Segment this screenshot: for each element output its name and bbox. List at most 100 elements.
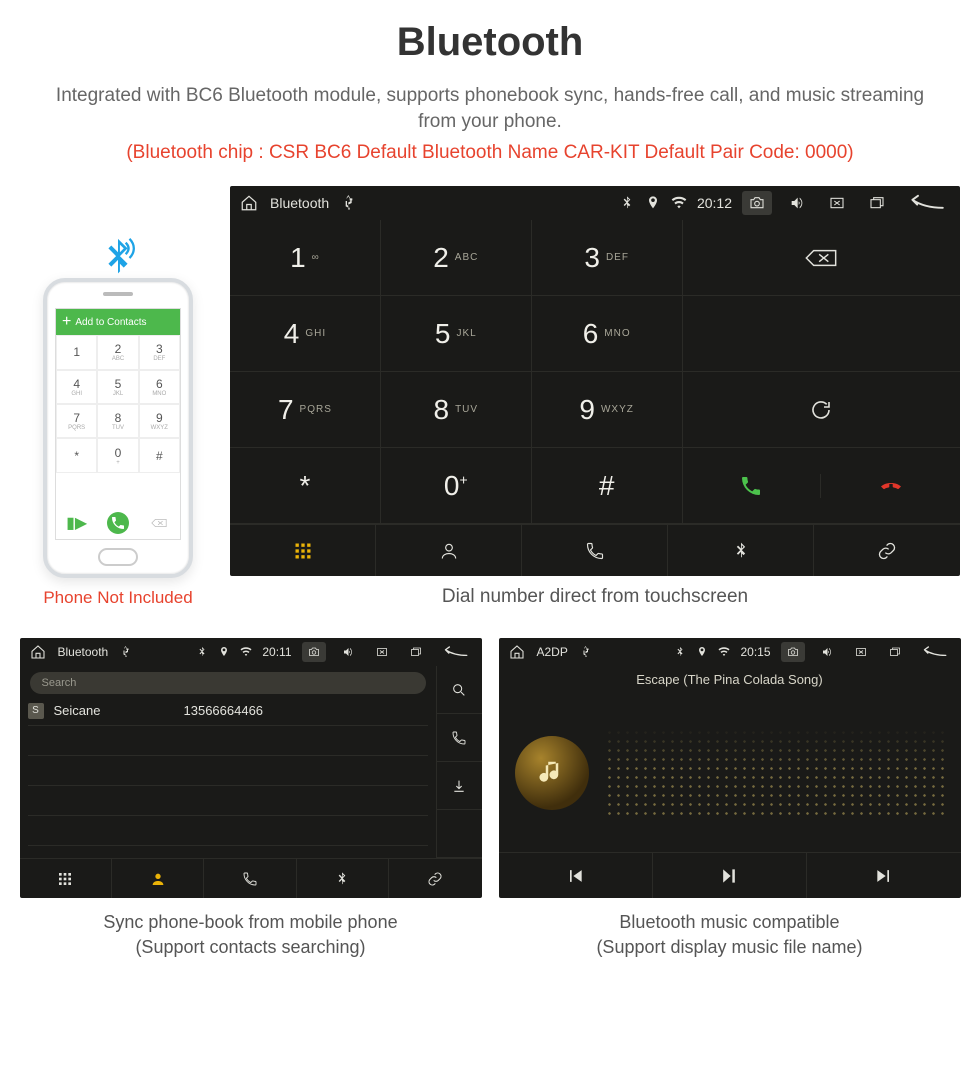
contact-row[interactable]: S Seicane 13566664466 bbox=[28, 696, 428, 726]
call-button[interactable] bbox=[683, 474, 822, 498]
play-pause-button[interactable] bbox=[653, 853, 807, 898]
hangup-button[interactable] bbox=[821, 474, 960, 498]
tab-call-log[interactable] bbox=[522, 525, 668, 576]
usb-icon bbox=[120, 646, 132, 658]
phone-key-9[interactable]: 9WXYZ bbox=[139, 404, 180, 438]
phone-key-#[interactable]: # bbox=[139, 438, 180, 472]
status-bar: Bluetooth 20:12 bbox=[230, 186, 960, 220]
close-app-icon[interactable] bbox=[849, 642, 873, 662]
phone-key-5[interactable]: 5JKL bbox=[97, 370, 138, 404]
tab-dialpad[interactable] bbox=[20, 859, 112, 898]
backspace-button[interactable] bbox=[683, 220, 960, 296]
phone-mockup: + Add to Contacts 12ABC3DEF 4GHI5JKL6MNO 7… bbox=[43, 278, 193, 578]
dial-key-5[interactable]: 5JKL bbox=[381, 296, 532, 372]
dial-key-*[interactable]: * bbox=[230, 448, 381, 524]
back-icon[interactable] bbox=[917, 642, 951, 662]
empty-row bbox=[28, 726, 428, 756]
tab-dialpad[interactable] bbox=[230, 525, 376, 576]
next-button[interactable] bbox=[807, 853, 961, 898]
phone-caption: Phone Not Included bbox=[43, 588, 192, 608]
recent-apps-icon[interactable] bbox=[404, 642, 428, 662]
bluetooth-icon bbox=[619, 195, 635, 211]
phone-key-2[interactable]: 2ABC bbox=[97, 335, 138, 369]
tab-call-log[interactable] bbox=[204, 859, 296, 898]
location-icon bbox=[696, 646, 708, 658]
dial-key-4[interactable]: 4GHI bbox=[230, 296, 381, 372]
page-title: Bluetooth bbox=[18, 20, 962, 65]
search-button[interactable] bbox=[436, 666, 482, 714]
status-time: 20:12 bbox=[697, 195, 732, 211]
phone-video-call-icon: ▮▶ bbox=[56, 507, 97, 539]
phone-backspace-icon bbox=[139, 507, 180, 539]
description: Integrated with BC6 Bluetooth module, su… bbox=[40, 83, 940, 134]
home-icon[interactable] bbox=[509, 644, 525, 660]
empty-side bbox=[436, 810, 482, 858]
dial-key-7[interactable]: 7PQRS bbox=[230, 372, 381, 448]
contact-number: 13566664466 bbox=[184, 703, 264, 718]
phone-key-*[interactable]: * bbox=[56, 438, 97, 472]
dial-key-0[interactable]: 0+ bbox=[381, 448, 532, 524]
location-icon bbox=[645, 195, 661, 211]
dial-keypad: 1∞2ABC3DEF 4GHI5JKL6MNO 7PQRS8TUV9WXYZ *0+# bbox=[230, 220, 683, 524]
phone-call-button[interactable] bbox=[107, 512, 129, 534]
recent-apps-icon[interactable] bbox=[883, 642, 907, 662]
volume-icon[interactable] bbox=[336, 642, 360, 662]
previous-button[interactable] bbox=[499, 853, 653, 898]
phone-key-3[interactable]: 3DEF bbox=[139, 335, 180, 369]
home-icon[interactable] bbox=[240, 194, 258, 212]
track-title: Escape (The Pina Colada Song) bbox=[499, 666, 961, 693]
status-title: A2DP bbox=[537, 645, 568, 659]
bottom-tabs bbox=[230, 524, 960, 576]
wifi-icon bbox=[240, 646, 252, 658]
tab-bluetooth[interactable] bbox=[668, 525, 814, 576]
home-icon[interactable] bbox=[30, 644, 46, 660]
headunit-dialer: Bluetooth 20:12 1∞2ABC3DEF4GHI5 bbox=[230, 186, 960, 576]
call-button[interactable] bbox=[436, 714, 482, 762]
tab-contacts[interactable] bbox=[112, 859, 204, 898]
empty-row bbox=[28, 786, 428, 816]
empty-row bbox=[683, 296, 960, 372]
phone-contacts-bar: + Add to Contacts bbox=[56, 309, 180, 335]
tab-pairing[interactable] bbox=[814, 525, 960, 576]
bluetooth-icon bbox=[196, 646, 208, 658]
dial-key-2[interactable]: 2ABC bbox=[381, 220, 532, 296]
empty-row bbox=[28, 756, 428, 786]
screenshot-icon[interactable] bbox=[781, 642, 805, 662]
back-icon[interactable] bbox=[902, 191, 950, 215]
screenshot-icon[interactable] bbox=[302, 642, 326, 662]
dial-key-6[interactable]: 6MNO bbox=[532, 296, 683, 372]
headunit-music: A2DP 20:15 Escape (The Pina Colada Song) bbox=[499, 638, 961, 898]
dial-key-8[interactable]: 8TUV bbox=[381, 372, 532, 448]
contact-initial: S bbox=[28, 703, 44, 719]
bluetooth-icon bbox=[674, 646, 686, 658]
dial-key-#[interactable]: # bbox=[532, 448, 683, 524]
refresh-button[interactable] bbox=[683, 372, 960, 448]
screenshot-icon[interactable] bbox=[742, 191, 772, 215]
download-button[interactable] bbox=[436, 762, 482, 810]
location-icon bbox=[218, 646, 230, 658]
visualizer bbox=[605, 728, 945, 818]
dial-key-1[interactable]: 1∞ bbox=[230, 220, 381, 296]
phone-key-4[interactable]: 4GHI bbox=[56, 370, 97, 404]
plus-icon: + bbox=[62, 314, 71, 330]
volume-icon[interactable] bbox=[782, 191, 812, 215]
tab-bluetooth[interactable] bbox=[297, 859, 389, 898]
status-time: 20:11 bbox=[262, 645, 291, 659]
phonebook-caption: Sync phone-book from mobile phone (Suppo… bbox=[103, 910, 397, 959]
phone-column: + Add to Contacts 12ABC3DEF 4GHI5JKL6MNO 7… bbox=[18, 228, 218, 608]
back-icon[interactable] bbox=[438, 642, 472, 662]
dial-key-9[interactable]: 9WXYZ bbox=[532, 372, 683, 448]
search-input[interactable]: Search bbox=[30, 672, 426, 694]
volume-icon[interactable] bbox=[815, 642, 839, 662]
recent-apps-icon[interactable] bbox=[862, 191, 892, 215]
tab-contacts[interactable] bbox=[376, 525, 522, 576]
close-app-icon[interactable] bbox=[822, 191, 852, 215]
dial-key-3[interactable]: 3DEF bbox=[532, 220, 683, 296]
phone-key-8[interactable]: 8TUV bbox=[97, 404, 138, 438]
phone-key-6[interactable]: 6MNO bbox=[139, 370, 180, 404]
close-app-icon[interactable] bbox=[370, 642, 394, 662]
phone-key-1[interactable]: 1 bbox=[56, 335, 97, 369]
tab-pairing[interactable] bbox=[389, 859, 481, 898]
phone-key-0[interactable]: 0+ bbox=[97, 438, 138, 472]
phone-key-7[interactable]: 7PQRS bbox=[56, 404, 97, 438]
